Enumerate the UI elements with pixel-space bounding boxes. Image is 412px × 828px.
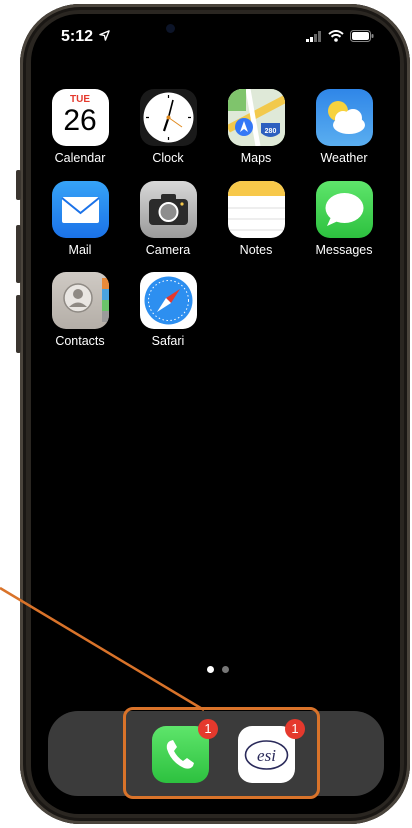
- annotation-highlight-box: [123, 707, 320, 799]
- annotation-pointer-line: [0, 586, 205, 712]
